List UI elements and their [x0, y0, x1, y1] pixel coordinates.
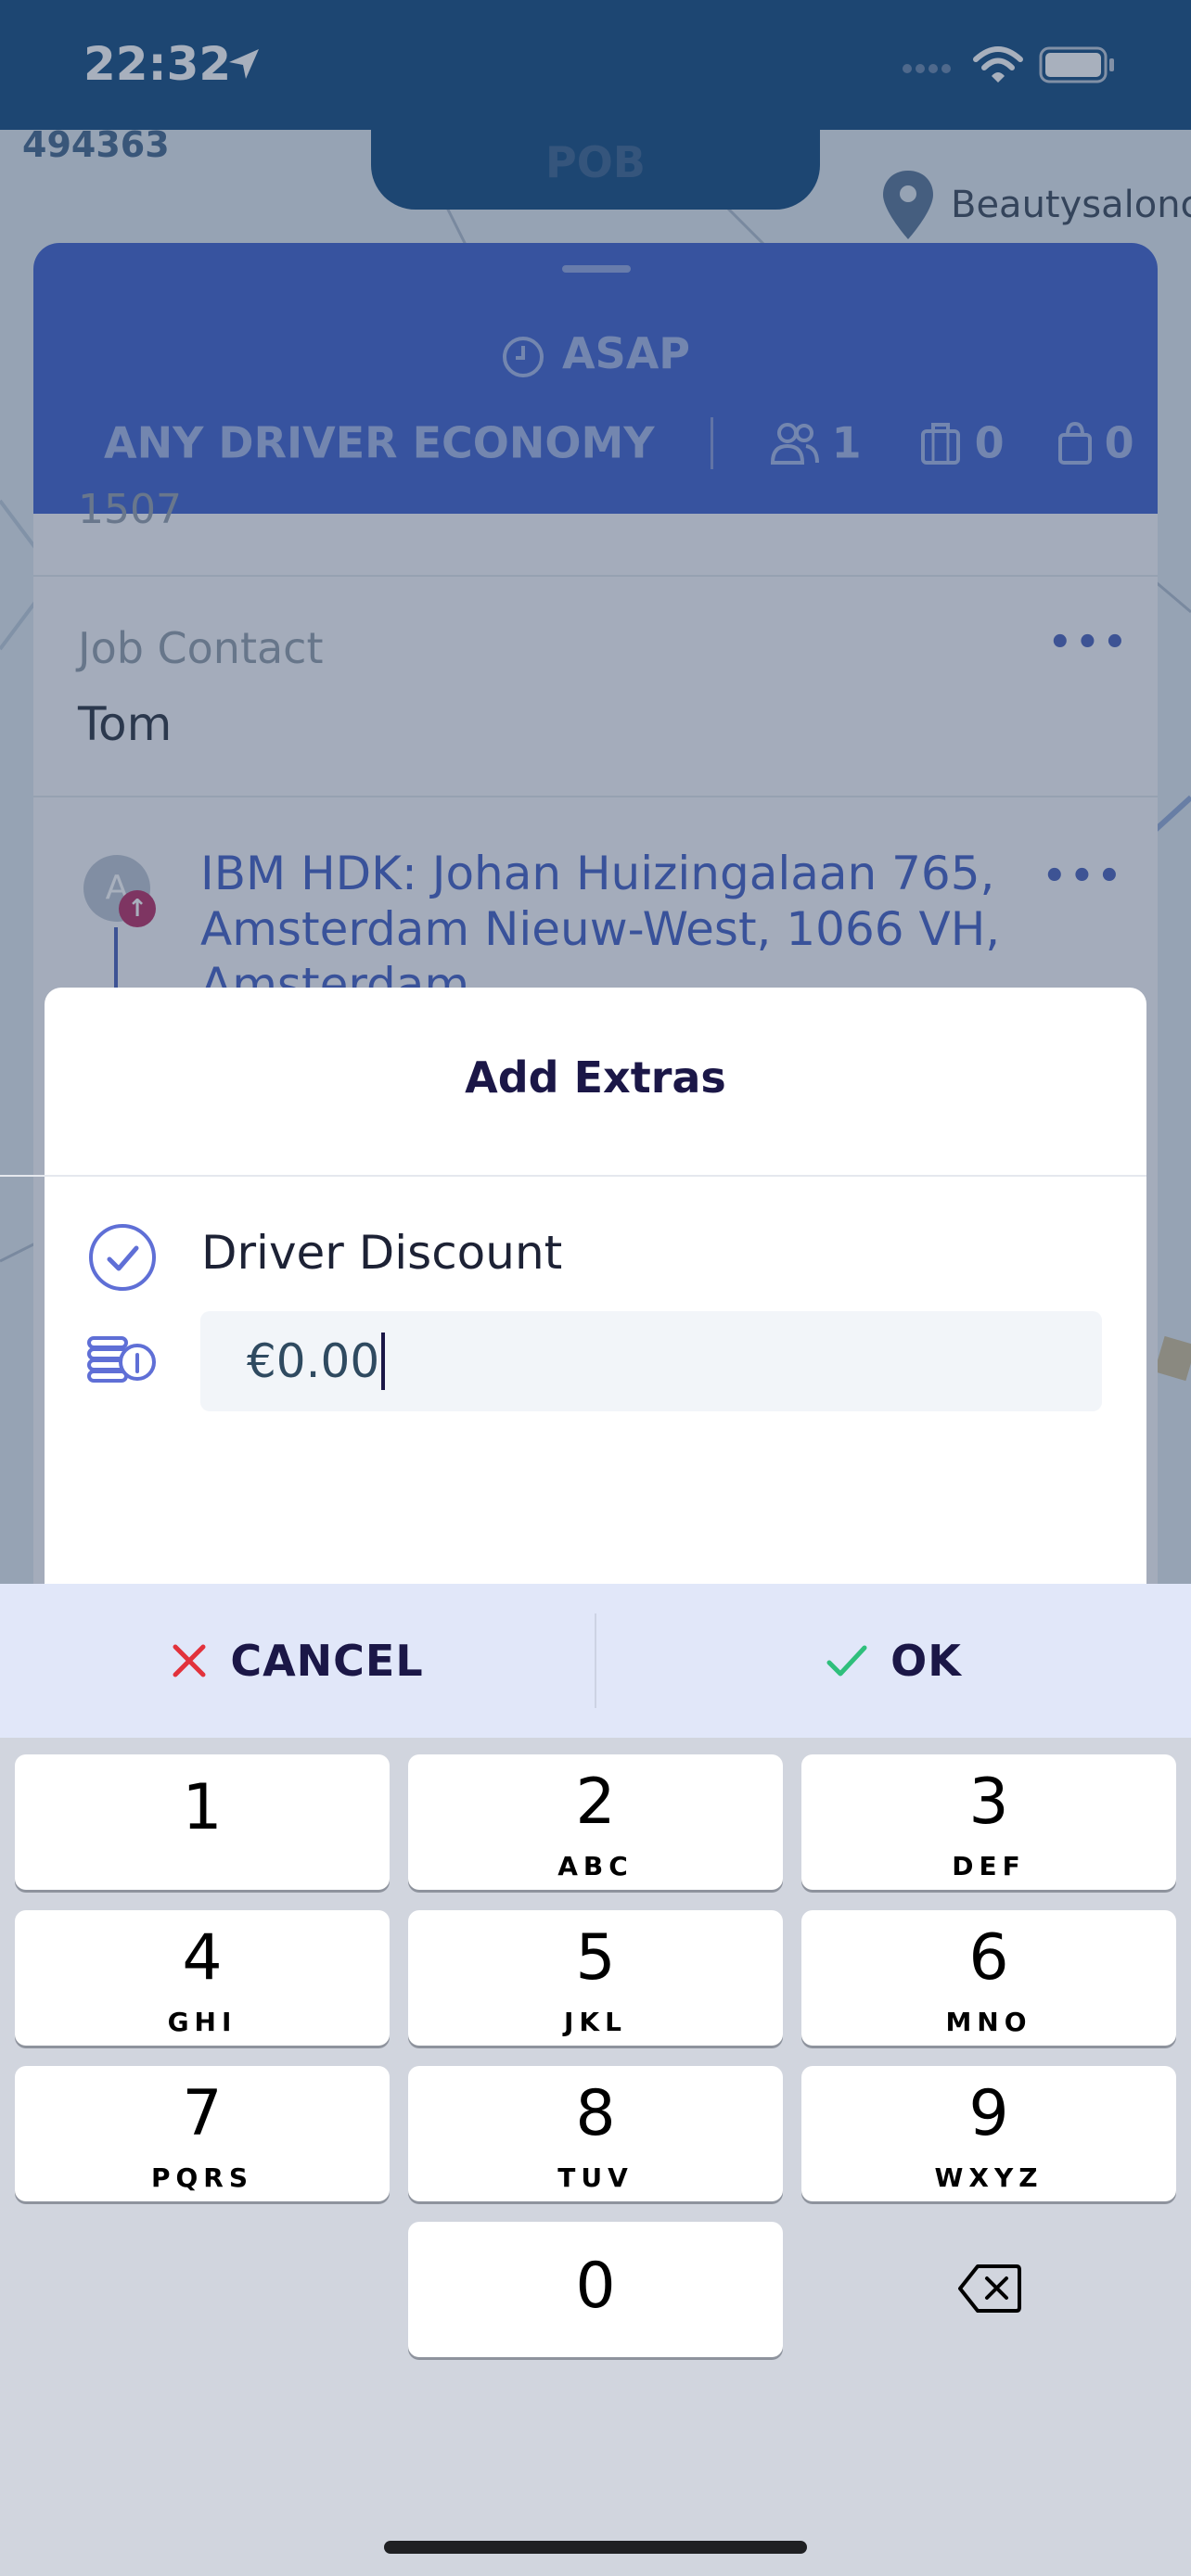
- add-extras-dialog: Add Extras: [45, 988, 1146, 1600]
- key-digit: 2: [575, 1766, 616, 1839]
- key-6[interactable]: 6 MNO: [801, 1910, 1176, 2046]
- cancel-button[interactable]: CANCEL: [0, 1584, 595, 1738]
- key-letters: JKL: [564, 2007, 627, 2037]
- key-digit: 3: [968, 1766, 1009, 1839]
- key-3[interactable]: 3 DEF: [801, 1754, 1176, 1890]
- key-digit: 1: [182, 1771, 223, 1844]
- dialog-action-bar: CANCEL OK: [0, 1584, 1191, 1738]
- key-letters: MNO: [945, 2007, 1032, 2037]
- check-circle-icon[interactable]: [87, 1222, 158, 1293]
- key-letters: TUV: [557, 2162, 634, 2193]
- key-digit: 6: [968, 1921, 1009, 1995]
- key-letters: ABC: [557, 1851, 634, 1881]
- key-digit: 7: [182, 2077, 223, 2150]
- key-digit: 5: [575, 1921, 616, 1995]
- key-digit: 9: [968, 2077, 1009, 2150]
- key-digit: 4: [182, 1921, 223, 1995]
- checkmark-icon: [826, 1645, 867, 1677]
- home-indicator[interactable]: [384, 2541, 807, 2554]
- dialog-divider: [0, 1175, 1146, 1177]
- key-2[interactable]: 2 ABC: [408, 1754, 783, 1890]
- key-digit: 0: [575, 2250, 616, 2323]
- coins-info-icon: [87, 1336, 156, 1383]
- key-letters: GHI: [167, 2007, 237, 2037]
- text-caret: [381, 1333, 385, 1390]
- ok-button[interactable]: OK: [596, 1584, 1191, 1738]
- driver-discount-label: Driver Discount: [201, 1226, 563, 1280]
- key-9[interactable]: 9 WXYZ: [801, 2066, 1176, 2201]
- backspace-icon: [958, 2264, 1021, 2313]
- ok-label: OK: [890, 1636, 962, 1686]
- discount-amount-input[interactable]: [200, 1311, 1102, 1411]
- backspace-key[interactable]: [801, 2222, 1176, 2357]
- key-digit: 8: [575, 2077, 616, 2150]
- key-1[interactable]: 1: [15, 1754, 390, 1890]
- dialog-title: Add Extras: [465, 1052, 726, 1103]
- key-0[interactable]: 0: [408, 2222, 783, 2357]
- key-7[interactable]: 7 PQRS: [15, 2066, 390, 2201]
- key-5[interactable]: 5 JKL: [408, 1910, 783, 2046]
- key-letters: PQRS: [150, 2162, 254, 2193]
- key-letters: DEF: [952, 1851, 1026, 1881]
- key-8[interactable]: 8 TUV: [408, 2066, 783, 2201]
- cancel-label: CANCEL: [230, 1636, 424, 1686]
- key-4[interactable]: 4 GHI: [15, 1910, 390, 2046]
- key-letters: WXYZ: [934, 2162, 1044, 2193]
- close-icon: [173, 1644, 206, 1677]
